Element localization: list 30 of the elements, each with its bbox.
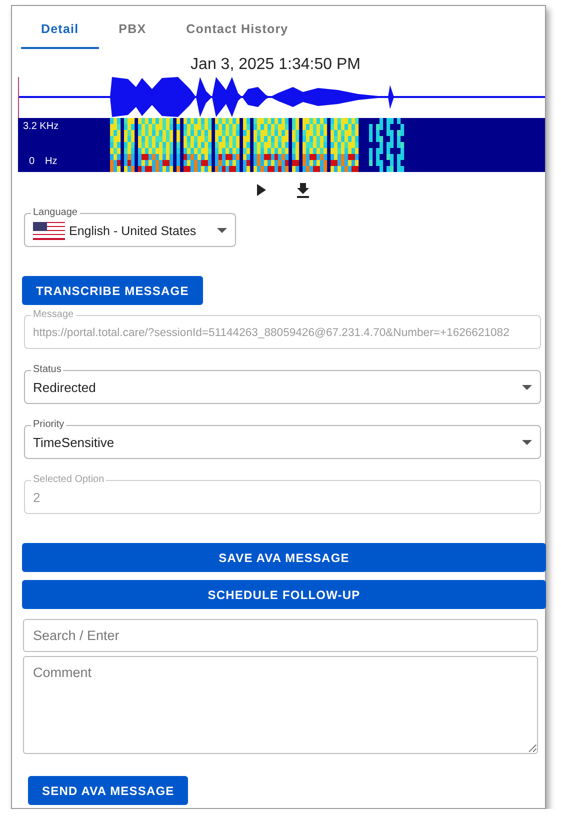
field-value: 2 — [33, 490, 42, 505]
search-field[interactable]: Search / Enter — [23, 619, 538, 652]
download-icon[interactable] — [294, 182, 310, 198]
field-value: Redirected — [33, 380, 97, 395]
action-button[interactable]: SCHEDULE FOLLOW-UP — [22, 580, 546, 609]
frequency-label: 0 — [29, 156, 35, 168]
send-button[interactable]: SEND AVA MESSAGE — [28, 776, 188, 805]
us-flag-icon — [33, 222, 65, 240]
transcribe-button[interactable]: TRANSCRIBE MESSAGE — [22, 276, 203, 305]
tab[interactable]: Contact History — [166, 15, 308, 49]
dropdown-caret-icon[interactable] — [217, 228, 227, 233]
field-value: https://portal.total.care/?sessionId=51144263_88059426@67.231.4.70&Number=+1626621082 — [33, 326, 510, 338]
field-label: Language — [31, 207, 80, 219]
field-label: Message — [31, 309, 76, 321]
action-button[interactable]: SAVE AVA MESSAGE — [22, 543, 546, 572]
field-label: Selected Option — [31, 474, 106, 486]
recording-timestamp: Jan 3, 2025 1:34:50 PM — [190, 56, 362, 74]
dropdown-caret-icon[interactable] — [522, 440, 532, 445]
language-select[interactable]: Language English - United States — [24, 207, 236, 247]
select-field[interactable]: Priority TimeSensitive — [24, 419, 541, 459]
tab[interactable]: PBX — [98, 15, 166, 49]
field-value: TimeSensitive — [33, 435, 116, 450]
comment-field[interactable]: Comment — [23, 656, 538, 754]
tab[interactable]: Detail — [21, 15, 99, 49]
select-field[interactable]: Status Redirected — [24, 364, 541, 404]
field-value: English - United States — [69, 224, 198, 238]
unit-label: Hz — [45, 156, 58, 168]
dropdown-caret-icon[interactable] — [522, 385, 532, 390]
field-label: Priority — [31, 419, 66, 431]
frequency-label: 3.2 KHz — [23, 121, 59, 133]
